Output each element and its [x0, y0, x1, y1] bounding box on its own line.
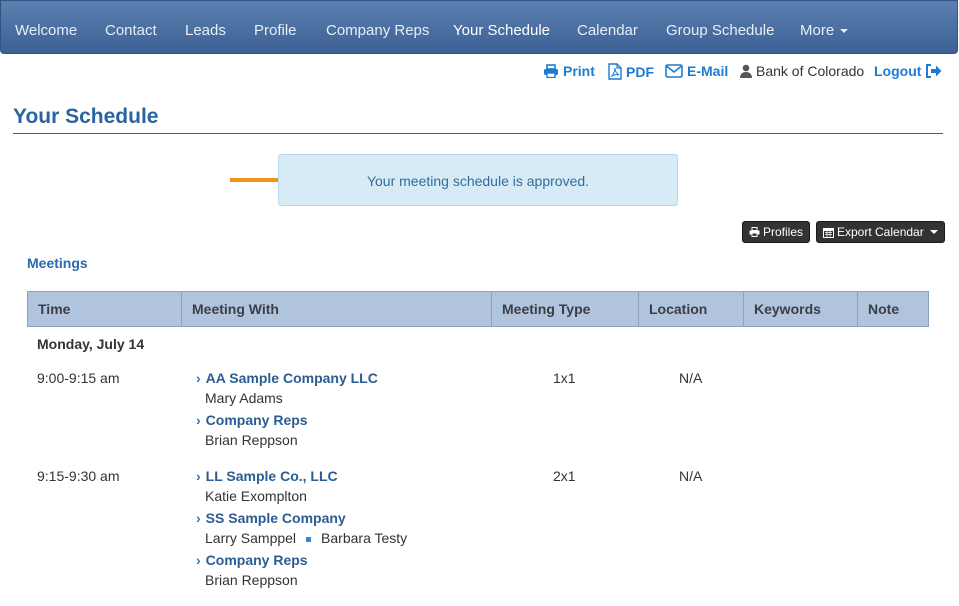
export-calendar-label: Export Calendar: [837, 225, 924, 239]
logout-link[interactable]: Logout: [874, 63, 942, 79]
profiles-button[interactable]: Profiles: [742, 221, 811, 243]
title-divider: [13, 133, 943, 134]
pdf-label: PDF: [626, 63, 654, 80]
chevron-right-icon: ›: [196, 370, 201, 386]
caret-down-icon: [840, 29, 849, 34]
nav-more-dropdown[interactable]: More: [800, 1, 849, 55]
attendee: Brian Reppson: [205, 572, 298, 588]
column-header-meeting-type[interactable]: Meeting Type: [492, 292, 639, 326]
pdf-icon: [608, 63, 622, 80]
row-1-meeting-type: 1x1: [553, 370, 576, 386]
caret-down-icon: [929, 230, 938, 234]
nav-company-reps[interactable]: Company Reps: [326, 1, 429, 55]
email-link[interactable]: E-Mail: [665, 63, 728, 79]
row-2-reps-link[interactable]: › Company Reps: [196, 552, 308, 568]
row-2-meeting-type: 2x1: [553, 468, 576, 484]
nav-contact[interactable]: Contact: [105, 1, 157, 55]
nav-calendar[interactable]: Calendar: [577, 1, 638, 55]
print-link[interactable]: Print: [543, 63, 595, 79]
row-1-company-link[interactable]: › AA Sample Company LLC: [196, 370, 378, 386]
row-1-location: N/A: [679, 370, 703, 386]
row-2-location: N/A: [679, 468, 703, 484]
meetings-section-title: Meetings: [27, 255, 88, 271]
export-calendar-button[interactable]: Export Calendar: [816, 221, 945, 243]
pdf-link[interactable]: PDF: [608, 63, 654, 80]
print-label: Print: [563, 63, 595, 79]
chevron-right-icon: ›: [196, 468, 201, 484]
column-header-time[interactable]: Time: [28, 292, 182, 326]
attendee-list: Larry Samppel Barbara Testy: [205, 530, 407, 546]
row-2-time: 9:15-9:30 am: [37, 468, 120, 484]
user-name: Bank of Colorado: [756, 63, 865, 79]
company-name: LL Sample Co., LLC: [205, 468, 338, 484]
nav-your-schedule[interactable]: Your Schedule: [453, 1, 550, 55]
email-label: E-Mail: [687, 63, 729, 79]
email-icon: [665, 64, 683, 78]
column-header-keywords[interactable]: Keywords: [744, 292, 858, 326]
nav-more-label: More: [800, 22, 835, 39]
calendar-icon: [823, 227, 834, 238]
current-user: Bank of Colorado: [740, 63, 864, 79]
attendee: Brian Reppson: [205, 432, 298, 448]
column-header-location[interactable]: Location: [639, 292, 744, 326]
company-name: Company Reps: [205, 552, 308, 568]
company-name: AA Sample Company LLC: [205, 370, 378, 386]
user-icon: [740, 64, 752, 78]
row-1-reps-link[interactable]: › Company Reps: [196, 412, 308, 428]
logout-icon: [926, 64, 942, 78]
column-header-note[interactable]: Note: [858, 292, 928, 326]
print-icon: [544, 64, 558, 78]
approval-alert: Your meeting schedule is approved.: [278, 154, 678, 206]
top-navbar: Welcome Contact Leads Profile Company Re…: [0, 0, 958, 54]
nav-profile[interactable]: Profile: [254, 1, 297, 55]
chevron-right-icon: ›: [196, 412, 201, 428]
chevron-right-icon: ›: [196, 510, 201, 526]
column-header-meeting-with[interactable]: Meeting With: [182, 292, 492, 326]
day-heading: Monday, July 14: [37, 336, 145, 352]
separator-bullet: [306, 536, 312, 542]
row-1-time: 9:00-9:15 am: [37, 370, 120, 386]
attendee: Katie Exomplton: [205, 488, 307, 504]
nav-welcome[interactable]: Welcome: [15, 1, 77, 55]
attendee: Barbara Testy: [321, 530, 408, 546]
attendee: Mary Adams: [205, 390, 283, 406]
row-2-company-link[interactable]: › LL Sample Co., LLC: [196, 468, 338, 484]
table-header: Time Meeting With Meeting Type Location …: [27, 291, 929, 327]
company-name: SS Sample Company: [205, 510, 346, 526]
profiles-label: Profiles: [763, 225, 804, 239]
page-title: Your Schedule: [13, 105, 159, 128]
attendee: Larry Samppel: [205, 530, 297, 546]
row-2-company-link-2[interactable]: › SS Sample Company: [196, 510, 346, 526]
printer-icon: [749, 227, 760, 237]
chevron-right-icon: ›: [196, 552, 201, 568]
logout-label: Logout: [874, 63, 922, 79]
nav-leads[interactable]: Leads: [185, 1, 226, 55]
nav-group-schedule[interactable]: Group Schedule: [666, 1, 774, 55]
company-name: Company Reps: [205, 412, 308, 428]
